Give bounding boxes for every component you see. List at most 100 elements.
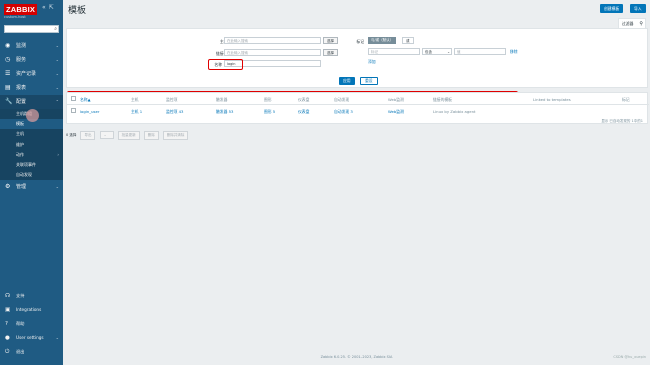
- chevron-up-icon: ⌃: [55, 99, 59, 104]
- col-triggers: 触发器: [216, 97, 228, 102]
- watermark: CSDN @hu_xuepin: [613, 355, 646, 359]
- row-count: 显示 已自动发现的 1中的1: [601, 119, 643, 123]
- reset-button[interactable]: 重设: [360, 77, 378, 85]
- chevron-down-icon: ⌄: [103, 133, 107, 137]
- tag-name-input[interactable]: 标记: [368, 48, 420, 55]
- filter-tab[interactable]: 过滤器 ⚲: [618, 18, 646, 28]
- submenu-event-correlation[interactable]: 关联项事件: [0, 160, 63, 170]
- col-items: 监控项: [166, 97, 178, 102]
- chevron-down-icon: ⌄: [55, 71, 59, 76]
- tags-and-or-toggle[interactable]: 与/或（默认）: [368, 37, 397, 44]
- host-group-input[interactable]: 在此输入搜索: [224, 37, 321, 44]
- template-name-link[interactable]: login_user: [80, 109, 99, 114]
- select-all-checkbox[interactable]: [71, 96, 76, 101]
- headset-icon: ☊: [5, 293, 10, 299]
- menu-services[interactable]: ◷ 服务 ⌄: [0, 53, 63, 67]
- web-link[interactable]: Web监测: [388, 109, 404, 115]
- page-title: 模板: [68, 5, 87, 15]
- tag-add-link[interactable]: 添加: [368, 59, 376, 65]
- user-icon: ●: [5, 335, 10, 341]
- filter-panel: 主机群组 在此输入搜索 选择 链接的模板 在此输入搜索 选择 名称 login …: [66, 28, 648, 88]
- submenu-hosts[interactable]: 主机: [0, 129, 63, 139]
- host-group-select-button[interactable]: 选择: [323, 37, 338, 44]
- list-icon: ☰: [5, 70, 11, 77]
- row-checkbox[interactable]: [71, 108, 76, 113]
- sidebar-bottom-menu: ☊ 支持 ▣ Integrations ? 帮助 ● User settings ⌄ ⏻ 退…: [0, 289, 63, 359]
- triggers-link[interactable]: 触发器 53: [216, 109, 233, 115]
- dashboards-link[interactable]: 仪表盘: [298, 109, 309, 115]
- gear-icon: ⚙: [5, 183, 11, 191]
- chevron-down-icon: ⌄: [55, 184, 59, 190]
- integrations-icon: ▣: [5, 307, 11, 313]
- menu-reports[interactable]: ▤ 报表 ⌄: [0, 81, 63, 95]
- col-graphs: 图形: [264, 97, 272, 102]
- mass-actions-bar: 0 选择 导出 ⌄ 批量更新 删除 删除并清除: [66, 131, 191, 140]
- selected-count: 0 选择: [66, 133, 77, 137]
- chevron-down-icon: ⌄: [447, 50, 450, 54]
- tags-label: 标记: [356, 39, 364, 44]
- linked-template-select-button[interactable]: 选择: [323, 49, 338, 56]
- menu-configuration[interactable]: 🔧 配置 ⌃: [0, 95, 63, 109]
- collapse-icon[interactable]: «: [42, 4, 46, 11]
- tags-or-toggle[interactable]: 或: [402, 37, 414, 44]
- templates-table: 名称▲ 主机 监控项 触发器 图形 仪表盘 自动发现 Web监测 链接的模板 L…: [66, 92, 649, 124]
- col-name[interactable]: 名称▲: [80, 97, 91, 103]
- tag-remove-link[interactable]: 移除: [510, 49, 518, 55]
- col-web: Web监测: [388, 97, 404, 102]
- sidebar-search-input[interactable]: ⌕: [4, 25, 59, 33]
- wrench-icon: 🔧: [5, 98, 13, 105]
- sidebar: ZABBIX «⇱ custom-host ⌕ ◉ 监测 ⌄ ◷ 服务 ⌄ ☰ 资产记录 ⌄…: [0, 0, 63, 365]
- clock-icon: ◷: [5, 56, 11, 63]
- chevron-down-icon: ⌄: [55, 335, 59, 340]
- menu-integrations[interactable]: ▣ Integrations: [0, 303, 63, 317]
- tag-operator-select[interactable]: 包含 ⌄: [422, 48, 452, 55]
- delete-button[interactable]: 删除: [143, 131, 159, 140]
- items-link[interactable]: 监控项 43: [166, 109, 183, 115]
- export-dropdown-button[interactable]: ⌄: [99, 131, 114, 139]
- hosts-link[interactable]: 主机 1: [131, 109, 142, 115]
- power-icon: ⏻: [5, 349, 10, 355]
- name-filter-highlight: [208, 59, 243, 70]
- footer: Zabbix 6.0.25. © 2001–2023, Zabbix SIA: [320, 355, 393, 359]
- chevron-right-icon: ›: [57, 151, 59, 157]
- menu-sign-out[interactable]: ⏻ 退出: [0, 345, 63, 359]
- mass-update-button[interactable]: 批量更新: [117, 131, 140, 140]
- col-tags: 标记: [622, 97, 630, 102]
- menu-monitoring[interactable]: ◉ 监测 ⌄: [0, 39, 63, 53]
- col-linked-templates: 链接的模板: [433, 97, 452, 102]
- linked-template-input[interactable]: 在此输入搜索: [224, 49, 321, 56]
- sidebar-controls: «⇱: [42, 4, 57, 11]
- apply-button[interactable]: 应用: [339, 77, 355, 85]
- col-linked-to-templates: Linked to templates: [533, 97, 571, 102]
- server-name: custom-host: [4, 15, 26, 19]
- menu-administration[interactable]: ⚙ 管理 ⌄: [0, 180, 63, 194]
- zabbix-logo[interactable]: ZABBIX: [4, 4, 38, 15]
- menu-help[interactable]: ? 帮助: [0, 317, 63, 331]
- main-content: 模板 创建模板 导入 过滤器⚲ 主机群组 在此输入搜索 选择 链接的模板 在此输…: [63, 0, 650, 365]
- create-template-button[interactable]: 创建模板: [600, 4, 624, 13]
- discovery-link[interactable]: 自动发现 3: [334, 109, 353, 115]
- submenu-discovery[interactable]: 自动发现: [0, 170, 63, 180]
- menu-support[interactable]: ☊ 支持: [0, 289, 63, 303]
- tag-value-input[interactable]: 值: [454, 48, 506, 55]
- menu-user-settings[interactable]: ● User settings ⌄: [0, 331, 63, 345]
- search-icon: ⌕: [54, 26, 57, 32]
- linked-template-value[interactable]: Linux by Zabbix agent: [433, 109, 476, 114]
- submenu-maintenance[interactable]: 维护: [0, 140, 63, 150]
- chevron-down-icon: ⌄: [55, 85, 59, 90]
- chevron-down-icon: ⌄: [55, 57, 59, 62]
- header-divider: [67, 104, 649, 105]
- import-button[interactable]: 导入: [630, 4, 646, 13]
- chevron-down-icon: ⌄: [55, 43, 59, 48]
- delete-and-clear-button[interactable]: 删除并清除: [162, 131, 189, 140]
- help-icon: ?: [5, 321, 8, 327]
- export-button[interactable]: 导出: [80, 131, 96, 140]
- eye-icon: ◉: [5, 42, 11, 49]
- col-discovery: 自动发现: [334, 97, 350, 102]
- submenu-actions[interactable]: 动作 ›: [0, 150, 63, 160]
- col-hosts: 主机: [131, 97, 139, 102]
- kiosk-icon[interactable]: ⇱: [49, 4, 54, 11]
- menu-inventory[interactable]: ☰ 资产记录 ⌄: [0, 67, 63, 81]
- chart-icon: ▤: [5, 84, 11, 91]
- graphs-link[interactable]: 图形 5: [264, 109, 275, 115]
